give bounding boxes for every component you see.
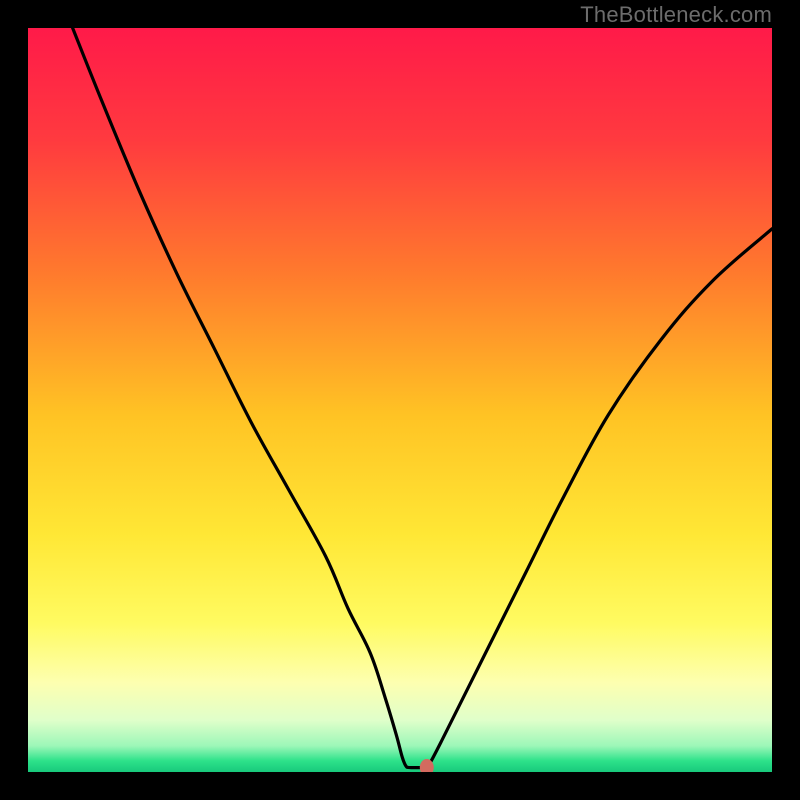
bottleneck-chart [28,28,772,772]
plot-area [28,28,772,772]
chart-outer-frame: TheBottleneck.com [0,0,800,800]
watermark-text: TheBottleneck.com [580,2,772,28]
gradient-background [28,28,772,772]
